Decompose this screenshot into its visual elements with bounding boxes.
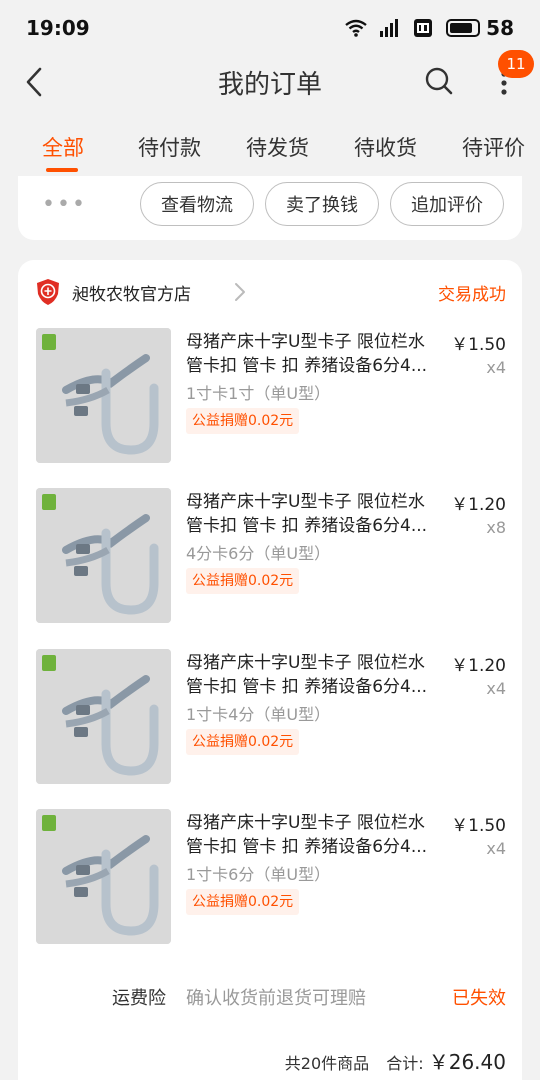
product-price: ￥1.50	[451, 335, 506, 355]
order-total-row: 共20件商品 合计: ￥26.40	[36, 1046, 506, 1076]
order-card[interactable]: 昶牧农牧官方店 交易成功 母猪产床十字U型卡子 限位栏水管卡扣 管卡 扣 养猪设…	[18, 260, 522, 1080]
shipping-insurance-row[interactable]: 运费险 确认收货前退货可理赔 已失效	[36, 984, 506, 1014]
order-item[interactable]: 母猪产床十字U型卡子 限位栏水管卡扣 管卡 扣 养猪设备6分4... 1寸卡6分…	[36, 809, 506, 949]
product-title[interactable]: 母猪产床十字U型卡子 限位栏水管卡扣 管卡 扣 养猪设备6分4...	[186, 811, 441, 859]
total-label: 合计:	[386, 1054, 424, 1073]
charity-tag: 公益捐赠0.02元	[186, 408, 300, 434]
tab-pending-shipment[interactable]: 待发货	[246, 132, 309, 162]
charity-tag: 公益捐赠0.02元	[186, 729, 300, 755]
product-quantity: x4	[486, 839, 506, 858]
order-tabs: 全部 待付款 待发货 待收货 待评价	[0, 126, 540, 178]
product-sku: 1寸卡1寸（单U型）	[186, 384, 331, 403]
product-quantity: x8	[486, 518, 506, 537]
product-image[interactable]	[36, 488, 171, 623]
shop-row[interactable]: 昶牧农牧官方店 交易成功	[36, 278, 506, 308]
insurance-label: 运费险	[112, 988, 166, 1009]
u-clamp-image	[36, 488, 171, 623]
order-item[interactable]: 母猪产床十字U型卡子 限位栏水管卡扣 管卡 扣 养猪设备6分4... 1寸卡4分…	[36, 649, 506, 789]
insurance-description: 确认收货前退货可理赔	[186, 988, 366, 1009]
status-time: 19:09	[26, 16, 90, 40]
view-logistics-button[interactable]: 查看物流	[140, 182, 254, 226]
active-tab-indicator	[46, 168, 78, 172]
more-actions-dots[interactable]: •••	[42, 192, 87, 217]
product-price: ￥1.20	[451, 656, 506, 676]
signal-icon	[380, 19, 399, 37]
battery-icon	[446, 19, 481, 37]
product-title[interactable]: 母猪产床十字U型卡子 限位栏水管卡扣 管卡 扣 养猪设备6分4...	[186, 651, 441, 699]
battery-percent: 58	[486, 16, 514, 40]
product-image[interactable]	[36, 809, 171, 944]
order-status: 交易成功	[438, 285, 506, 305]
u-clamp-image	[36, 809, 171, 944]
order-item[interactable]: 母猪产床十字U型卡子 限位栏水管卡扣 管卡 扣 养猪设备6分4... 4分卡6分…	[36, 488, 506, 628]
insurance-status: 已失效	[452, 988, 506, 1009]
hd-icon	[414, 19, 433, 37]
product-sku: 1寸卡6分（单U型）	[186, 865, 331, 884]
wifi-icon	[345, 19, 367, 37]
product-price: ￥1.50	[451, 816, 506, 836]
add-review-button[interactable]: 追加评价	[390, 182, 504, 226]
u-clamp-image	[36, 649, 171, 784]
chevron-right-icon	[235, 283, 245, 301]
tab-pending-receipt[interactable]: 待收货	[354, 132, 417, 162]
item-count: 共20件商品	[284, 1054, 370, 1073]
product-title[interactable]: 母猪产床十字U型卡子 限位栏水管卡扣 管卡 扣 养猪设备6分4...	[186, 490, 441, 538]
status-icons: 58	[344, 16, 514, 40]
product-image[interactable]	[36, 328, 171, 463]
shop-badge-icon	[37, 279, 59, 305]
resell-button[interactable]: 卖了换钱	[265, 182, 379, 226]
product-sku: 1寸卡4分（单U型）	[186, 705, 331, 724]
tab-pending-payment[interactable]: 待付款	[138, 132, 201, 162]
product-image[interactable]	[36, 649, 171, 784]
product-price: ￥1.20	[451, 495, 506, 515]
previous-order-card: ••• 查看物流 卖了换钱 追加评价	[18, 176, 522, 240]
tab-all[interactable]: 全部	[42, 132, 84, 162]
product-title[interactable]: 母猪产床十字U型卡子 限位栏水管卡扣 管卡 扣 养猪设备6分4...	[186, 330, 441, 378]
product-quantity: x4	[486, 358, 506, 377]
total-amount: ￥26.40	[428, 1050, 506, 1074]
charity-tag: 公益捐赠0.02元	[186, 889, 300, 915]
battery-indicator: 58	[446, 16, 514, 40]
charity-tag: 公益捐赠0.02元	[186, 568, 300, 594]
page-title: 我的订单	[217, 70, 322, 100]
status-bar: 19:09 58	[0, 0, 540, 56]
u-clamp-image	[36, 328, 171, 463]
product-sku: 4分卡6分（单U型）	[186, 544, 331, 563]
product-quantity: x4	[486, 679, 506, 698]
nav-bar: 我的订单 11	[0, 50, 540, 108]
search-icon[interactable]	[424, 66, 454, 96]
order-item[interactable]: 母猪产床十字U型卡子 限位栏水管卡扣 管卡 扣 养猪设备6分4... 1寸卡1寸…	[36, 328, 506, 468]
message-badge: 11	[498, 50, 534, 78]
shop-name[interactable]: 昶牧农牧官方店	[72, 280, 191, 305]
tab-pending-review[interactable]: 待评价	[462, 132, 525, 162]
